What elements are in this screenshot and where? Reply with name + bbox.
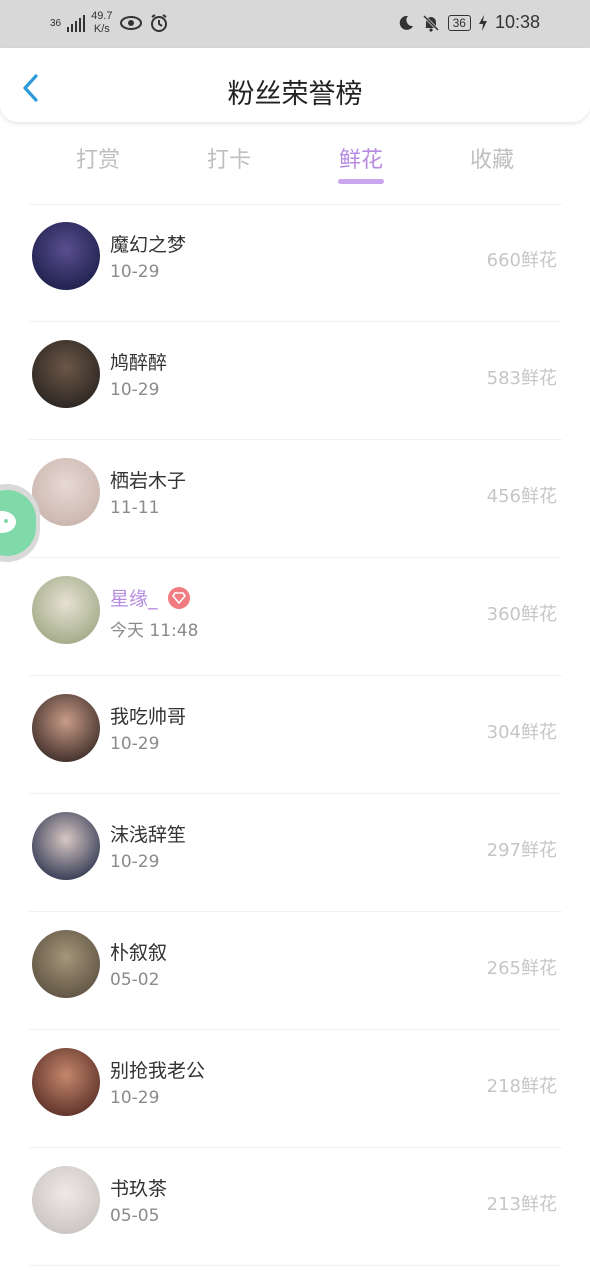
list-item[interactable]: 魔幻之梦 10-29 660鲜花 [0,204,590,322]
speed-value: 49.7 [91,10,113,22]
user-date: 今天 11:48 [110,621,199,641]
flower-count: 456鲜花 [486,486,557,507]
page-title: 粉丝荣誉榜 [227,79,363,110]
tab-checkin[interactable]: 打卡 [184,142,274,174]
tab-flowers[interactable]: 鲜花 [316,142,406,174]
tab-favorites[interactable]: 收藏 [447,142,537,174]
status-bar: 36 49.7 K/s 36 10:38 [0,0,590,48]
flower-count: 360鲜花 [486,604,557,625]
status-right: 36 10:38 [398,12,540,33]
user-date: 10-29 [110,852,160,872]
list-item[interactable]: 栖岩木子 11-11 456鲜花 [0,440,590,558]
charging-icon [478,14,487,31]
network-type: 36 [50,17,62,29]
user-date: 10-29 [110,734,160,754]
user-name-row: 朴叙叙 [110,938,167,965]
flower-count: 304鲜花 [486,722,557,743]
user-date: 10-29 [110,380,160,400]
user-name-row: 魔幻之梦 [110,230,186,257]
eye-icon [119,16,142,30]
user-date: 10-29 [110,262,160,282]
signal-icon [67,14,86,32]
tab-bar: 打赏 打卡 鲜花 收藏 [0,138,590,188]
floating-chat-button[interactable] [0,484,40,562]
list-item[interactable]: 书玖茶 05-05 213鲜花 [0,1148,590,1266]
list-item[interactable]: 别抢我老公 10-29 218鲜花 [0,1030,590,1148]
user-name-row: 栖岩木子 [110,466,186,493]
moon-icon [399,15,413,30]
user-name-row: 沫浅辞笙 [110,820,186,847]
avatar[interactable] [32,340,100,408]
user-date: 05-02 [110,970,160,990]
user-name: 鸠醉醉 [110,352,168,374]
floating-chat-inner [0,490,36,556]
battery-level: 36 [447,14,471,31]
user-name-row: 星缘_ [110,584,190,611]
flower-count: 297鲜花 [486,840,557,861]
speed-unit: K/s [93,23,110,35]
flower-count: 660鲜花 [486,250,557,271]
user-name-row: 书玖茶 [110,1174,167,1201]
ranking-list: 魔幻之梦 10-29 660鲜花鸠醉醉 10-29 583鲜花栖岩木子 11-11 456鲜… [0,204,590,1266]
avatar[interactable] [32,458,100,526]
status-left: 36 49.7 K/s [50,10,169,36]
avatar[interactable] [32,1048,100,1116]
user-date: 05-05 [110,1206,160,1226]
user-name: 朴叙叙 [110,942,168,964]
avatar[interactable] [32,930,100,998]
alarm-icon [150,14,167,32]
user-date: 11-11 [110,498,160,518]
user-name-row: 鸠醉醉 [110,348,167,375]
list-item[interactable]: 鸠醉醉 10-29 583鲜花 [0,322,590,440]
flower-count: 213鲜花 [486,1194,557,1215]
user-name: 星缘_ [110,588,158,610]
user-name: 栖岩木子 [110,470,187,492]
list-item[interactable]: 星缘_ 今天 11:48 360鲜花 [0,558,590,676]
user-name: 别抢我老公 [110,1060,206,1082]
app-header: 粉丝荣誉榜 [0,48,590,122]
avatar[interactable] [32,812,100,880]
bell-off-icon [422,14,439,32]
user-name: 书玖茶 [110,1178,168,1200]
avatar[interactable] [32,1166,100,1234]
avatar[interactable] [32,694,100,762]
avatar[interactable] [32,222,100,290]
divider [28,1265,562,1266]
list-item[interactable]: 朴叙叙 05-02 265鲜花 [0,912,590,1030]
flower-count: 218鲜花 [486,1076,557,1097]
user-name-row: 我吃帅哥 [110,702,186,729]
vip-diamond-icon [167,586,190,609]
tab-reward[interactable]: 打赏 [53,142,143,174]
user-date: 10-29 [110,1088,160,1108]
active-tab-indicator [338,179,384,184]
network-speed: 49.7 K/s [91,10,112,36]
flower-count: 265鲜花 [486,958,557,979]
list-item[interactable]: 沫浅辞笙 10-29 297鲜花 [0,794,590,912]
avatar[interactable] [32,576,100,644]
user-name: 魔幻之梦 [110,234,187,256]
user-name: 我吃帅哥 [110,706,187,728]
user-name-row: 别抢我老公 [110,1056,205,1083]
user-name: 沫浅辞笙 [110,824,187,846]
list-item[interactable]: 我吃帅哥 10-29 304鲜花 [0,676,590,794]
flower-count: 583鲜花 [486,368,557,389]
clock: 10:38 [494,12,540,32]
chat-icon [0,511,16,533]
